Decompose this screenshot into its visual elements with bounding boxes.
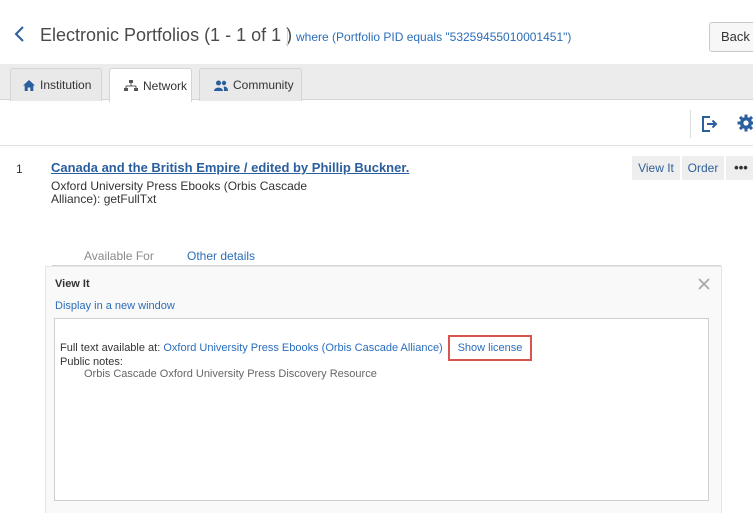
tab-community[interactable]: Community (199, 68, 302, 101)
fulltext-line: Full text available at: Oxford Universit… (60, 342, 443, 354)
show-license-link[interactable]: Show license (448, 335, 532, 361)
subtab-other-details[interactable]: Other details (187, 249, 255, 263)
record-title-link[interactable]: Canada and the British Empire / edited b… (51, 160, 409, 175)
view-it-panel: View It Display in a new window Full tex… (45, 266, 722, 513)
detail-subtabs: Available For Other details (52, 249, 721, 266)
row-number: 1 (16, 162, 23, 176)
view-it-content: Full text available at: Oxford Universit… (54, 318, 709, 501)
title-divider (287, 29, 288, 47)
back-arrow-icon[interactable] (12, 22, 28, 46)
community-icon (214, 80, 228, 91)
scope-tabs: Institution Network Community (0, 64, 753, 102)
home-icon (23, 79, 35, 91)
panel-heading: View It (55, 278, 90, 290)
close-icon[interactable] (698, 278, 710, 290)
provider-text: Oxford University Press Ebooks (Orbis Ca… (51, 179, 308, 206)
page-header: Electronic Portfolios (1 - 1 of 1 ) wher… (0, 12, 753, 60)
toolbar-divider (690, 110, 691, 138)
order-button[interactable]: Order (682, 156, 724, 180)
tab-label: Network (143, 78, 188, 93)
tab-institution[interactable]: Institution (10, 68, 102, 101)
view-it-button[interactable]: View It (632, 156, 680, 180)
results-toolbar (0, 100, 753, 146)
back-button[interactable]: Back (709, 22, 753, 52)
filter-description[interactable]: where (Portfolio PID equals "53259455010… (296, 30, 571, 44)
fulltext-prefix: Full text available at: (60, 342, 164, 354)
export-icon[interactable] (700, 114, 720, 134)
display-new-window-link[interactable]: Display in a new window (55, 300, 175, 312)
gear-icon[interactable] (737, 114, 753, 132)
public-notes-label: Public notes: (60, 356, 123, 368)
tab-label: Institution (40, 78, 92, 92)
subtab-available-for[interactable]: Available For (84, 249, 154, 263)
tab-label: Community (233, 78, 294, 92)
more-actions-button[interactable]: ••• (726, 156, 753, 180)
public-notes-value: Orbis Cascade Oxford University Press Di… (84, 368, 377, 380)
page-title: Electronic Portfolios (1 - 1 of 1 ) (40, 25, 293, 45)
fulltext-provider-link[interactable]: Oxford University Press Ebooks (Orbis Ca… (163, 342, 442, 354)
tab-network[interactable]: Network (109, 68, 192, 102)
network-icon (124, 79, 138, 91)
